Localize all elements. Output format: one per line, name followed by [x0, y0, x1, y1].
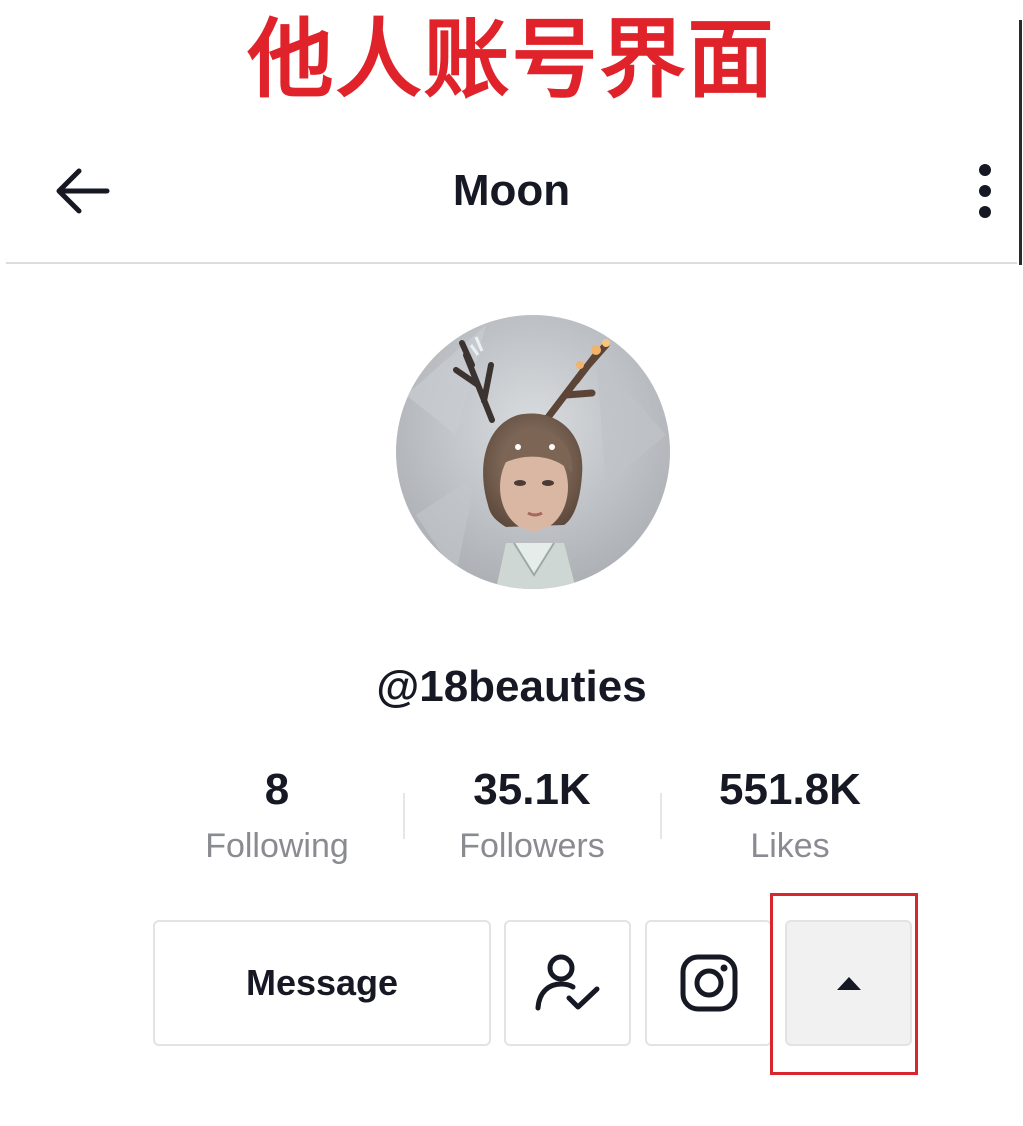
avatar-image: [396, 315, 670, 589]
stat-followers-value: 35.1K: [473, 765, 591, 814]
instagram-icon: [680, 954, 737, 1012]
header-divider: [6, 262, 1017, 264]
more-options-button[interactable]: [965, 157, 1005, 225]
stat-separator: [660, 793, 662, 839]
stat-following[interactable]: 8 Following: [157, 762, 397, 871]
caret-up-icon: [836, 977, 861, 990]
profile-avatar[interactable]: [396, 315, 670, 589]
stat-likes-label: Likes: [750, 827, 830, 865]
instagram-button[interactable]: [645, 920, 772, 1046]
back-button[interactable]: [48, 157, 116, 225]
stat-followers[interactable]: 35.1K Followers: [412, 762, 652, 871]
stat-following-label: Following: [205, 827, 349, 865]
following-status-button[interactable]: [504, 920, 631, 1046]
top-navigation-bar: Moon: [0, 135, 1023, 263]
stat-likes[interactable]: 551.8K Likes: [670, 762, 910, 871]
stat-following-value: 8: [264, 765, 290, 814]
profile-username: @18beauties: [376, 662, 647, 711]
stat-separator: [403, 793, 405, 839]
vertical-ellipsis-icon: [979, 164, 991, 218]
arrow-left-icon: [56, 168, 110, 214]
annotation-banner: 他人账号界面: [247, 10, 776, 110]
page-title: Moon: [452, 166, 571, 215]
stat-likes-value: 551.8K: [719, 765, 861, 814]
person-check-icon: [535, 954, 599, 1011]
stat-followers-label: Followers: [459, 827, 605, 865]
message-button[interactable]: Message: [153, 920, 491, 1046]
expand-suggestions-button[interactable]: [785, 920, 912, 1046]
